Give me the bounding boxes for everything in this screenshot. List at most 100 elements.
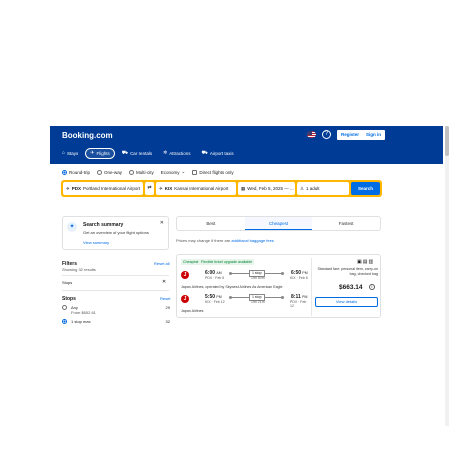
summary-text: Get an overview of your flight options: [83, 230, 149, 235]
close-icon[interactable]: ✕: [162, 279, 166, 285]
departure-meta: PDX · Feb 5: [205, 276, 225, 280]
flexible-ticket-badge: Flexible ticket upgrade available: [199, 259, 255, 265]
am-pm: PM: [302, 271, 308, 275]
baggage-icons: ▣▤▥: [357, 259, 374, 265]
landing-icon: ✈: [159, 185, 163, 191]
attractions-icon: ✲: [163, 150, 168, 156]
am-pm: AM: [216, 271, 222, 275]
origin-name: Portland International Airport: [83, 186, 141, 191]
stop-option-price: From $652.61: [71, 310, 96, 315]
search-options: Round-trip One-way Multi-city Economy ⌄ D…: [62, 169, 234, 175]
search-button[interactable]: Search: [351, 182, 380, 195]
radio-selected[interactable]: [62, 319, 67, 324]
info-icon[interactable]: i: [369, 284, 375, 290]
view-summary-link[interactable]: View summary: [83, 240, 109, 245]
stop-option-count: 29: [165, 305, 170, 310]
inbound-leg: J 5:50 PM KIX · Feb 12 1 stop 19h 21m 8:…: [181, 294, 309, 308]
destination-field[interactable]: ✈ KIX Kansai International Airport: [156, 182, 236, 195]
trip-type-multi-city[interactable]: Multi-city: [129, 169, 154, 175]
takeoff-icon: ✈: [66, 185, 70, 191]
bed-icon: ⌂: [62, 150, 66, 156]
trip-type-round-trip[interactable]: Round-trip: [62, 169, 91, 175]
nav-tab-flights[interactable]: ✈ Flights: [85, 148, 115, 159]
nav-tab-stays[interactable]: ⌂ Stays: [58, 148, 82, 159]
divider: [311, 258, 312, 316]
cabin-class-value: Economy: [160, 169, 180, 175]
reset-all-link[interactable]: Reset all: [154, 261, 170, 266]
origin-field[interactable]: ✈ PDX Portland International Airport: [63, 182, 143, 195]
register-button[interactable]: Register: [337, 130, 364, 140]
direct-flights-toggle[interactable]: Direct flights only: [192, 169, 234, 175]
trip-type-label: Round-trip: [69, 169, 91, 175]
summary-title: Search summary: [83, 222, 124, 228]
search-summary-card: ✦ Search summary Get an overview of your…: [62, 216, 169, 250]
passengers-field[interactable]: ♙ 1 adult: [297, 182, 349, 195]
radio[interactable]: [62, 305, 67, 310]
flight-result-card[interactable]: Cheapest Flexible ticket upgrade availab…: [176, 254, 381, 318]
outbound-leg: J 6:00 AM PDX · Feb 5 1 stop 19h 50m 6:5…: [181, 270, 309, 284]
am-pm: PM: [302, 295, 308, 299]
am-pm: PM: [216, 295, 222, 299]
nav-tab-label: Car rentals: [130, 151, 153, 156]
japan-airlines-logo-icon: J: [181, 271, 189, 279]
baggage-note: Standard fare: personal item, carry-on b…: [317, 267, 378, 276]
sort-tab-cheapest[interactable]: Cheapest: [244, 217, 313, 230]
active-filter-chip[interactable]: Stops: [62, 280, 72, 285]
page-scrollbar[interactable]: [445, 126, 449, 426]
person-icon: ♙: [300, 185, 305, 191]
flight-search-bar: ✈ PDX Portland International Airport ⇄ ✈…: [61, 180, 382, 197]
price-note-text: Prices may change if there are: [176, 238, 231, 243]
cheapest-badge: Cheapest: [181, 259, 201, 265]
duration: 19h 50m: [251, 276, 265, 280]
help-icon[interactable]: ?: [322, 130, 331, 139]
nav-tab-attractions[interactable]: ✲ Attractions: [159, 148, 194, 159]
sort-tab-fastest[interactable]: Fastest: [312, 217, 380, 230]
sort-tabs: Best Cheapest Fastest: [176, 216, 381, 231]
japan-airlines-logo-icon: J: [181, 295, 189, 303]
scrollbar-thumb[interactable]: [445, 126, 449, 156]
nav-tab-label: Flights: [96, 151, 110, 156]
summary-icon: ✦: [67, 222, 77, 232]
arrival-meta: KIX · Feb 6: [290, 276, 308, 280]
close-icon[interactable]: ✕: [160, 220, 164, 226]
stop-option-count: 32: [165, 319, 170, 324]
divider: [62, 275, 169, 276]
nav-tab-car-rentals[interactable]: ⛟ Car rentals: [118, 148, 156, 159]
calendar-icon: ▦: [241, 185, 246, 191]
departure-meta: KIX · Feb 12: [205, 300, 225, 304]
duration: 19h 21m: [251, 300, 265, 304]
plane-icon: ✈: [90, 150, 95, 156]
radio[interactable]: [129, 169, 135, 175]
stops-filter-title: Stops: [62, 296, 76, 302]
checkbox[interactable]: [192, 169, 198, 175]
sort-tab-best[interactable]: Best: [177, 217, 245, 230]
trip-type-one-way[interactable]: One-way: [97, 169, 123, 175]
arrival-meta: PDX · Feb 12: [290, 300, 307, 308]
swap-icon[interactable]: ⇄: [145, 182, 154, 195]
trip-type-label: One-way: [104, 169, 123, 175]
radio-selected[interactable]: [62, 169, 67, 175]
destination-code: KIX: [164, 186, 173, 191]
date-field[interactable]: ▦ Wed, Feb 5, 2025 — ...: [238, 182, 295, 195]
destination-name: Kansai International Airport: [174, 186, 229, 191]
sign-in-button[interactable]: Sign in: [362, 130, 385, 140]
stop-option-label: 1 stop max: [71, 319, 91, 324]
booking-logo[interactable]: Booking.com: [62, 131, 113, 140]
nav-tab-label: Attractions: [169, 151, 191, 156]
us-flag-icon[interactable]: [307, 131, 316, 138]
flight-price: $663.14: [339, 284, 363, 291]
nav-tab-airport-taxis[interactable]: ⛟ Airport taxis: [198, 148, 238, 159]
origin-code: PDX: [71, 186, 82, 191]
view-details-button[interactable]: View details: [315, 297, 378, 307]
date-value: Wed, Feb 5, 2025 — ...: [247, 186, 294, 191]
page: Booking.com ? Register Sign in ⌂ Stays ✈ F…: [0, 0, 450, 450]
taxi-icon: ⛟: [201, 150, 208, 156]
passengers-value: 1 adult: [306, 186, 320, 191]
car-icon: ⛟: [121, 150, 129, 156]
radio[interactable]: [97, 169, 103, 175]
price-note: Prices may change if there are additiona…: [176, 238, 274, 243]
stops-reset-link[interactable]: Reset: [160, 296, 170, 301]
baggage-fees-link[interactable]: additional baggage fees: [231, 238, 273, 243]
cabin-class-select[interactable]: Economy ⌄: [161, 169, 186, 175]
operator-text: Japan Airlines: [181, 309, 204, 313]
